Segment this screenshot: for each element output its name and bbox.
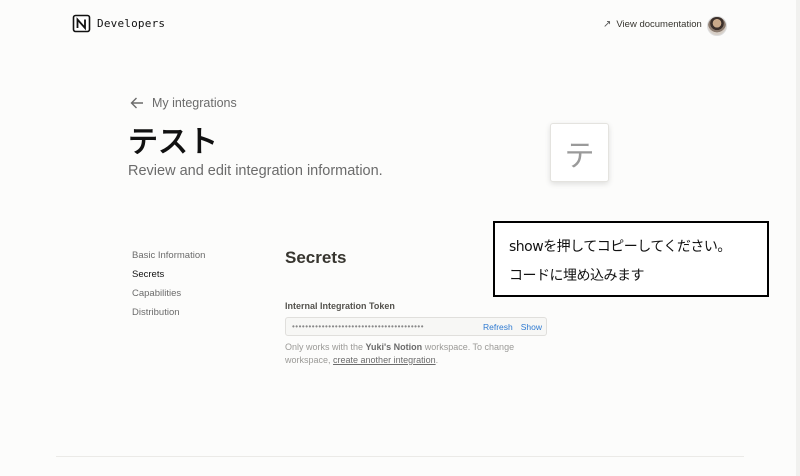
refresh-token-button[interactable]: Refresh: [483, 322, 513, 332]
footer-divider: [56, 456, 744, 457]
create-integration-link[interactable]: create another integration: [333, 355, 436, 365]
token-field[interactable]: ••••••••••••••••••••••••••••••••••••••••…: [285, 317, 547, 336]
page-title: テスト: [128, 125, 218, 160]
view-documentation-label: View documentation: [616, 19, 702, 30]
nav-item-basic-information[interactable]: Basic Information: [132, 249, 205, 268]
nav-item-capabilities[interactable]: Capabilities: [132, 287, 205, 306]
notion-logo-icon[interactable]: [72, 14, 91, 33]
workspace-name: Yuki's Notion: [365, 342, 423, 352]
annotation-line-1: showを押してコピーしてください。: [509, 239, 731, 255]
back-to-integrations-link[interactable]: My integrations: [130, 96, 237, 110]
integration-icon[interactable]: テ: [550, 123, 609, 182]
show-token-button[interactable]: Show: [521, 322, 542, 332]
top-bar: Developers ↗ View documentation: [0, 0, 800, 50]
scrollbar[interactable]: [796, 0, 800, 476]
avatar[interactable]: [707, 16, 727, 36]
back-label: My integrations: [152, 96, 237, 110]
arrow-up-right-icon: ↗: [603, 19, 612, 30]
annotation-callout: showを押してコピーしてください。 コードに埋め込みます: [493, 221, 769, 297]
view-documentation-link[interactable]: ↗ View documentation: [603, 19, 702, 30]
page-subtitle: Review and edit integration information.: [128, 163, 383, 179]
nav-item-distribution[interactable]: Distribution: [132, 306, 205, 325]
secrets-heading: Secrets: [285, 248, 347, 267]
token-mask: ••••••••••••••••••••••••••••••••••••••••: [292, 322, 425, 331]
nav-item-secrets[interactable]: Secrets: [132, 268, 205, 287]
brand-name[interactable]: Developers: [97, 17, 165, 30]
token-helper-text: Only works with the Yuki's Notion worksp…: [285, 341, 555, 367]
section-nav: Basic Information Secrets Capabilities D…: [132, 249, 205, 325]
annotation-line-2: コードに埋め込みます: [509, 268, 645, 284]
helper-suffix: .: [435, 355, 439, 365]
arrow-left-icon: [130, 97, 143, 109]
helper-prefix: Only works with the: [285, 342, 366, 352]
token-label: Internal Integration Token: [285, 301, 395, 311]
